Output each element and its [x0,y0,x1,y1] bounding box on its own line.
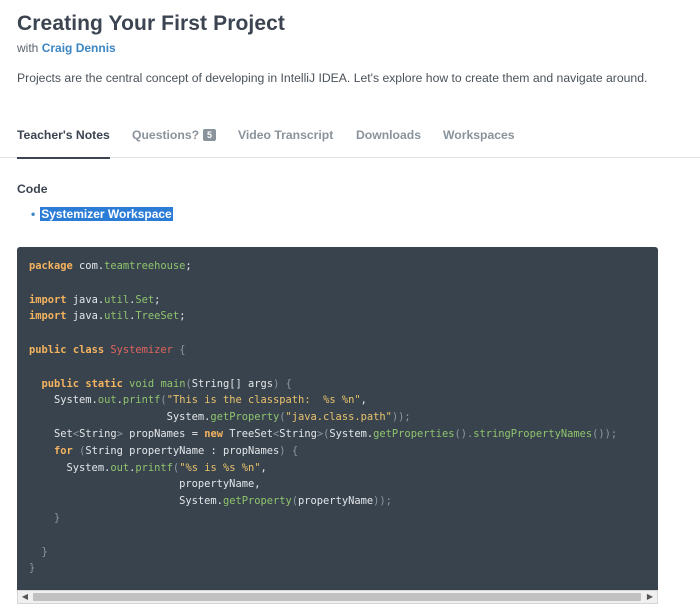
tab-questions[interactable]: Questions? 5 [132,128,217,158]
tab-label: Workspaces [443,128,515,142]
code-line: import java.util.Set; [29,293,161,306]
author-link[interactable]: Craig Dennis [42,41,116,55]
code-line: import java.util.TreeSet; [29,310,186,323]
scroll-right-arrow-icon[interactable]: ▶ [643,591,657,603]
horizontal-scrollbar[interactable]: ◀ ▶ [17,590,658,604]
tab-label: Teacher's Notes [17,128,110,142]
code-line: for (String propertyName : propNames) { [54,444,299,457]
code-line: package com.teamtreehouse; [29,260,192,272]
code-line: } [29,562,36,575]
with-label: with [17,41,39,55]
scrollbar-thumb[interactable] [33,593,641,601]
code-line: } [41,545,48,558]
bullet-icon: • [31,207,36,221]
scroll-left-arrow-icon[interactable]: ◀ [18,591,32,603]
tab-bar: Teacher's Notes Questions? 5 Video Transc… [0,118,700,159]
questions-count-badge: 5 [203,129,217,141]
course-description: Projects are the central concept of deve… [17,71,648,85]
tab-teachers-notes[interactable]: Teacher's Notes [17,128,110,159]
tab-label: Questions? [132,128,200,142]
list-item: • Systemizer Workspace [31,207,173,221]
workspace-link[interactable]: Systemizer Workspace [40,207,173,221]
code-line: System.out.printf("This is the classpath… [29,394,367,407]
page-title: Creating Your First Project [17,12,285,35]
code-line: System.getProperty(propertyName)); [29,495,392,508]
code-block: package com.teamtreehouse; import java.u… [17,247,658,593]
tab-label: Downloads [356,128,422,142]
section-title: Code [17,182,48,196]
byline: with Craig Dennis [17,41,116,55]
code-line: public class Systemizer { [29,343,186,356]
tab-label: Video Transcript [238,128,334,142]
code-line: propertyName, [29,478,261,491]
code-line: System.out.printf("%s is %s %n", [29,461,267,474]
code-line: Set<String> propNames = new TreeSet<Stri… [29,427,618,440]
tab-downloads[interactable]: Downloads [356,128,421,158]
tab-video-transcript[interactable]: Video Transcript [238,128,333,158]
code-line: } [54,511,61,524]
resource-link-list: • Systemizer Workspace [31,207,173,221]
code-content: package com.teamtreehouse; import java.u… [29,258,617,577]
code-line: public static void main(String[] args) { [41,377,292,390]
tab-workspaces[interactable]: Workspaces [443,128,515,158]
code-line: System.getProperty("java.class.path")); [29,411,411,424]
